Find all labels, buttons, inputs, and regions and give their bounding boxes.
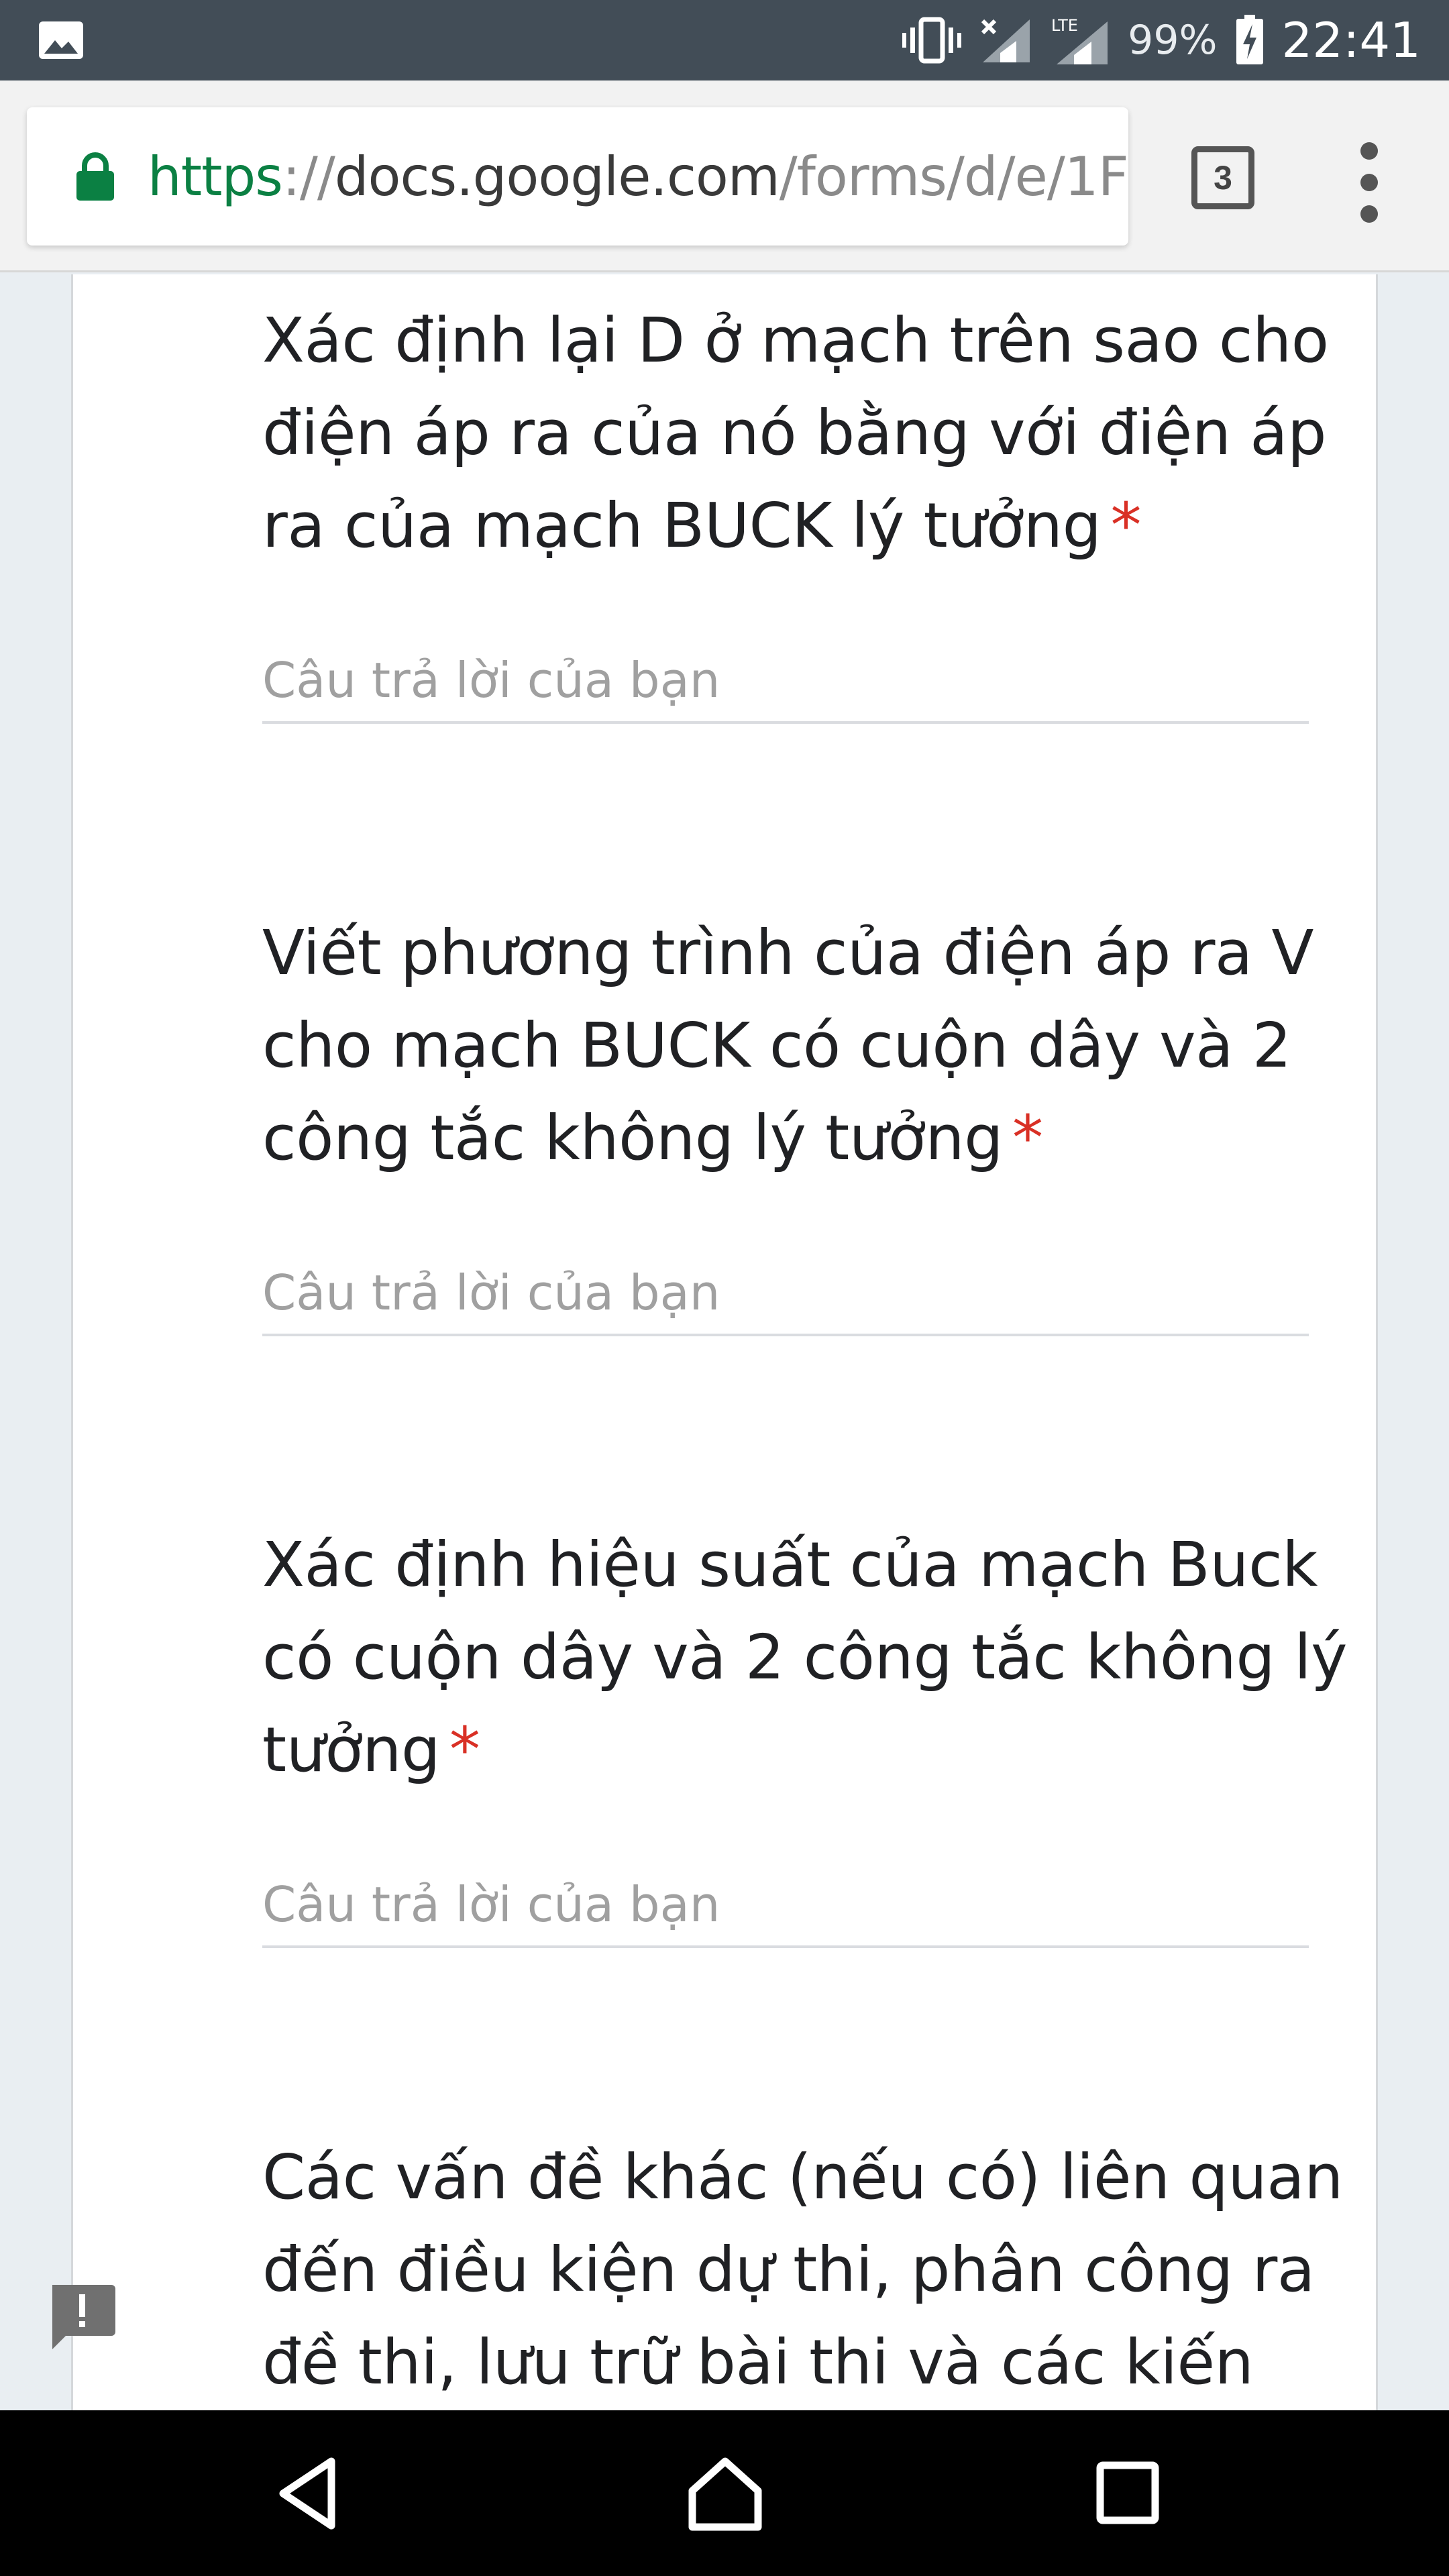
navigation-bar (0, 2410, 1449, 2576)
clock: 22:41 (1281, 12, 1421, 68)
answer-input[interactable] (262, 1868, 1309, 1941)
browser-toolbar: https://docs.google.com/forms/d/e/1F 3 (0, 80, 1449, 272)
question-title: Xác định lại D ở mạch trên sao cho điện … (262, 294, 1349, 572)
tab-switcher-button[interactable]: 3 (1191, 146, 1254, 209)
url-path: /forms/d/e/1F (779, 145, 1128, 208)
lock-icon (74, 151, 117, 202)
question-text: Viết phương trình của điện áp ra V cho m… (262, 917, 1314, 1174)
question-title: Xác định hiệu suất của mạch Buck có cuộn… (262, 1519, 1349, 1796)
battery-charging-icon (1235, 15, 1265, 66)
home-icon[interactable] (682, 2452, 769, 2535)
question-text: Các vấn đề khác (nếu có) liên quan đến đ… (262, 2141, 1343, 2398)
answer-field[interactable] (262, 1256, 1309, 1336)
tab-count: 3 (1214, 159, 1232, 197)
required-marker: * (1110, 490, 1141, 561)
lte-signal-icon: LTE (1050, 15, 1110, 66)
image-notification-icon (38, 20, 85, 60)
required-marker: * (1012, 1102, 1043, 1174)
form-card: Xác định lại D ở mạch trên sao cho điện … (71, 274, 1378, 2410)
svg-text:LTE: LTE (1051, 16, 1078, 35)
status-bar: LTE 99% 22:41 (0, 0, 1449, 80)
required-marker: * (449, 1714, 480, 1786)
answer-input[interactable] (262, 1256, 1309, 1330)
form-scroll-area[interactable]: Xác định lại D ở mạch trên sao cho điện … (0, 274, 1449, 2410)
url-host: docs.google.com (334, 145, 780, 208)
answer-input[interactable] (262, 643, 1309, 717)
question-3: Xác định hiệu suất của mạch Buck có cuộn… (262, 1519, 1349, 1948)
answer-field[interactable] (262, 643, 1309, 724)
answer-field[interactable] (262, 1868, 1309, 1948)
question-1: Xác định lại D ở mạch trên sao cho điện … (262, 294, 1349, 724)
url-separator: :// (282, 145, 335, 208)
url-bar[interactable]: https://docs.google.com/forms/d/e/1F (27, 107, 1128, 246)
battery-percent: 99% (1128, 17, 1218, 64)
question-2: Viết phương trình của điện áp ra V cho m… (262, 907, 1349, 1336)
url-scheme: https (148, 145, 283, 208)
vibrate-icon (901, 17, 963, 64)
question-title: Các vấn đề khác (nếu có) liên quan đến đ… (262, 2131, 1349, 2409)
question-title: Viết phương trình của điện áp ra V cho m… (262, 907, 1349, 1185)
recents-icon[interactable] (1084, 2452, 1171, 2535)
url-text: https://docs.google.com/forms/d/e/1F (148, 146, 1128, 208)
question-4: Các vấn đề khác (nếu có) liên quan đến đ… (262, 2131, 1349, 2409)
question-text: Xác định hiệu suất của mạch Buck có cuộn… (262, 1529, 1348, 1786)
signal-icon (980, 17, 1032, 64)
back-icon[interactable] (267, 2452, 354, 2535)
overflow-menu-icon[interactable] (1355, 142, 1385, 223)
feedback-icon[interactable] (46, 2279, 118, 2352)
question-text: Xác định lại D ở mạch trên sao cho điện … (262, 305, 1329, 561)
